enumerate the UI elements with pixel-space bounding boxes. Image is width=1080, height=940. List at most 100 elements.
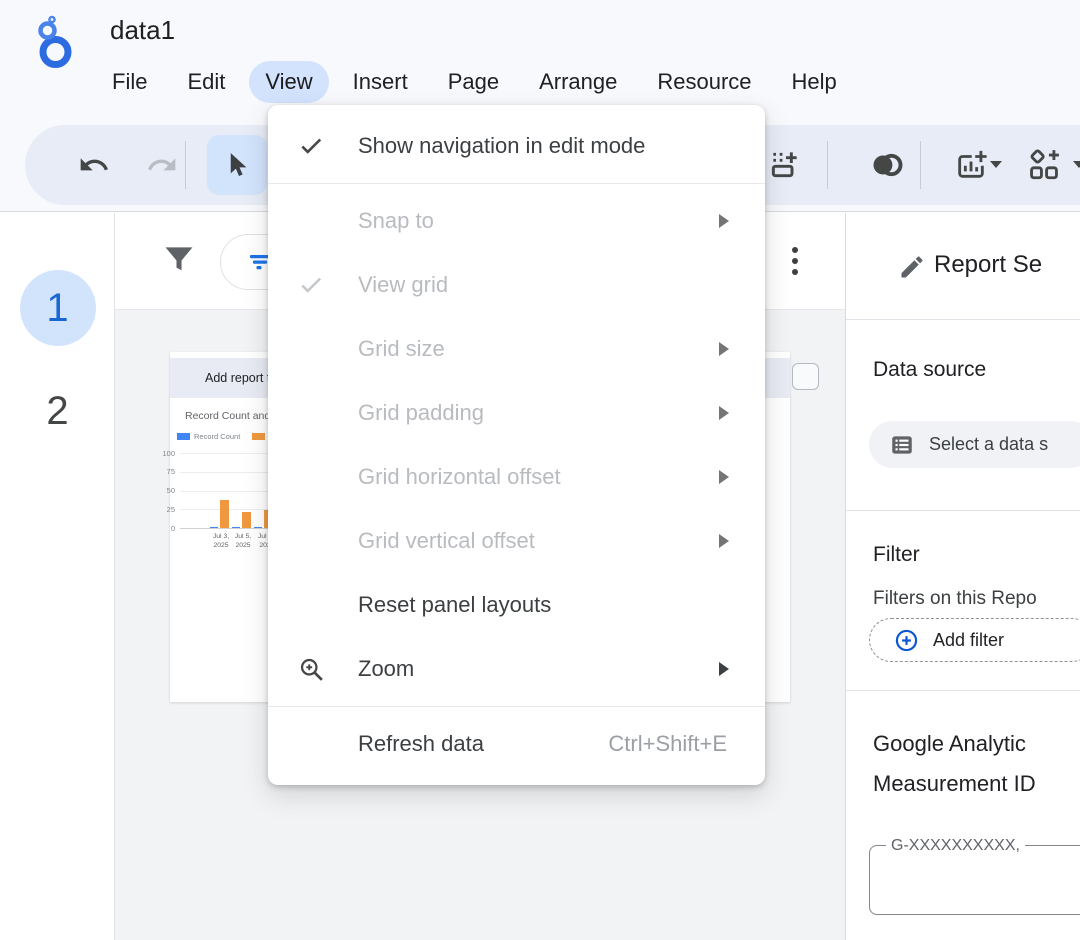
- menu-item-icon-slot: [298, 591, 332, 619]
- view-menu: Show navigation in edit mode Snap to View …: [268, 105, 765, 785]
- add-control-icon[interactable]: [1020, 141, 1068, 189]
- menu-item-label: Snap to: [358, 208, 703, 234]
- menu-item-icon-slot: [298, 399, 332, 427]
- undo-icon[interactable]: [70, 141, 118, 189]
- looker-studio-logo-icon: [38, 10, 74, 81]
- legend-swatch: [252, 433, 265, 440]
- menu-divider: [268, 706, 765, 707]
- submenu-arrow-icon: [719, 406, 729, 420]
- bar-Record Count: [210, 527, 218, 529]
- view-menu-item-grid-horizontal-offset: Grid horizontal offset: [268, 445, 765, 509]
- menu-item-label: Grid size: [358, 336, 703, 362]
- toolbar-divider: [920, 141, 921, 189]
- view-menu-item-reset-panel-layouts[interactable]: Reset panel layouts: [268, 573, 765, 637]
- menu-item-label: Grid horizontal offset: [358, 464, 703, 490]
- panel-title: Report Se: [934, 251, 1042, 279]
- ga-heading-line1: Google Analytic: [873, 731, 1026, 757]
- blend-data-icon[interactable]: [863, 141, 911, 189]
- submenu-arrow-icon: [719, 470, 729, 484]
- y-axis-tick-label: 75: [155, 467, 175, 476]
- page-number: 2: [46, 389, 68, 434]
- view-menu-item-grid-vertical-offset: Grid vertical offset: [268, 509, 765, 573]
- menubar-item-arrange[interactable]: Arrange: [523, 61, 633, 103]
- menu-bar: FileEditViewInsertPageArrangeResourceHel…: [96, 61, 861, 103]
- panel-divider: [846, 510, 1080, 511]
- legend-label: Record Count: [194, 432, 240, 441]
- zoom-in-icon: [298, 655, 332, 683]
- menu-item-icon-slot: [298, 527, 332, 555]
- filter-subheading: Filters on this Repo: [873, 588, 1037, 610]
- menubar-item-insert[interactable]: Insert: [337, 61, 424, 103]
- ga-heading-line2: Measurement ID: [873, 771, 1036, 797]
- menubar-item-view[interactable]: View: [249, 61, 328, 103]
- banner-box: [792, 363, 819, 390]
- menu-item-icon-slot: [298, 207, 332, 235]
- chart-title: Record Count and C: [185, 410, 281, 422]
- view-menu-item-snap-to: Snap to: [268, 189, 765, 253]
- view-menu-item-refresh-data[interactable]: Refresh dataCtrl+Shift+E: [268, 712, 765, 776]
- menu-item-label: Show navigation in edit mode: [358, 133, 729, 159]
- menu-item-label: Grid vertical offset: [358, 528, 703, 554]
- panel-header: Report Se: [846, 213, 1080, 320]
- add-chart-dropdown-icon[interactable]: [990, 161, 1002, 168]
- menu-item-icon-slot: [298, 335, 332, 363]
- document-title[interactable]: data1: [110, 15, 175, 46]
- menubar-item-help[interactable]: Help: [776, 61, 853, 103]
- filter-heading: Filter: [873, 543, 920, 567]
- menu-divider: [268, 183, 765, 184]
- ga-measurement-id-field[interactable]: G-XXXXXXXXXX,: [869, 845, 1080, 915]
- toolbar-divider: [827, 141, 828, 189]
- menubar-item-file[interactable]: File: [96, 61, 163, 103]
- submenu-arrow-icon: [719, 662, 729, 676]
- check-icon: [298, 271, 332, 299]
- looker-studio-app: data1 FileEditViewInsertPageArrangeResou…: [0, 0, 1080, 940]
- chart-legend: Record Count: [177, 432, 281, 441]
- add-filter-button[interactable]: Add filter: [869, 618, 1080, 662]
- y-axis-tick-label: 50: [155, 486, 175, 495]
- plus-circle-icon: [894, 628, 919, 653]
- menu-item-icon-slot: [298, 463, 332, 491]
- pages-panel: 12: [0, 213, 115, 940]
- select-data-source-button[interactable]: Select a data s: [869, 421, 1080, 468]
- add-page-icon[interactable]: [760, 141, 808, 189]
- check-icon: [298, 132, 332, 160]
- y-axis-tick-label: 100: [155, 449, 175, 458]
- edit-pencil-icon: [898, 253, 926, 286]
- select-tool-icon[interactable]: [207, 135, 267, 195]
- page-thumbnail-2[interactable]: 2: [0, 373, 115, 449]
- submenu-arrow-icon: [719, 214, 729, 228]
- more-options-icon[interactable]: [787, 239, 803, 283]
- data-source-heading: Data source: [873, 358, 986, 382]
- add-control-dropdown-icon[interactable]: [1073, 161, 1080, 168]
- toolbar-divider: [185, 141, 186, 189]
- legend-item: [252, 433, 269, 440]
- view-menu-item-show-navigation-in-edit-mode[interactable]: Show navigation in edit mode: [268, 114, 765, 178]
- bar-series1: [242, 512, 251, 528]
- submenu-arrow-icon: [719, 342, 729, 356]
- menu-item-shortcut: Ctrl+Shift+E: [608, 731, 727, 757]
- report-settings-panel: Report Se Data source Select a data s Fi…: [845, 213, 1080, 940]
- bar-series1: [220, 500, 229, 528]
- menu-item-icon-slot: [298, 730, 332, 758]
- menu-item-label: View grid: [358, 272, 729, 298]
- page-thumbnail-1[interactable]: 1: [0, 270, 115, 346]
- page-number: 1: [20, 270, 96, 346]
- legend-swatch: [177, 433, 190, 440]
- data-source-icon: [889, 432, 915, 458]
- select-data-source-label: Select a data s: [929, 434, 1048, 455]
- filter-funnel-icon[interactable]: [160, 241, 198, 284]
- menu-item-label: Reset panel layouts: [358, 592, 729, 618]
- submenu-arrow-icon: [719, 534, 729, 548]
- ga-field-input[interactable]: [878, 858, 1078, 904]
- bar-Record Count: [254, 527, 262, 529]
- ga-field-label: G-XXXXXXXXXX,: [886, 837, 1025, 855]
- menubar-item-page[interactable]: Page: [432, 61, 515, 103]
- redo-icon: [138, 141, 186, 189]
- menu-item-label: Grid padding: [358, 400, 703, 426]
- add-chart-icon[interactable]: [947, 141, 995, 189]
- y-axis-tick-label: 0: [155, 524, 175, 533]
- view-menu-item-view-grid: View grid: [268, 253, 765, 317]
- view-menu-item-zoom[interactable]: Zoom: [268, 637, 765, 701]
- menubar-item-edit[interactable]: Edit: [171, 61, 241, 103]
- menubar-item-resource[interactable]: Resource: [641, 61, 767, 103]
